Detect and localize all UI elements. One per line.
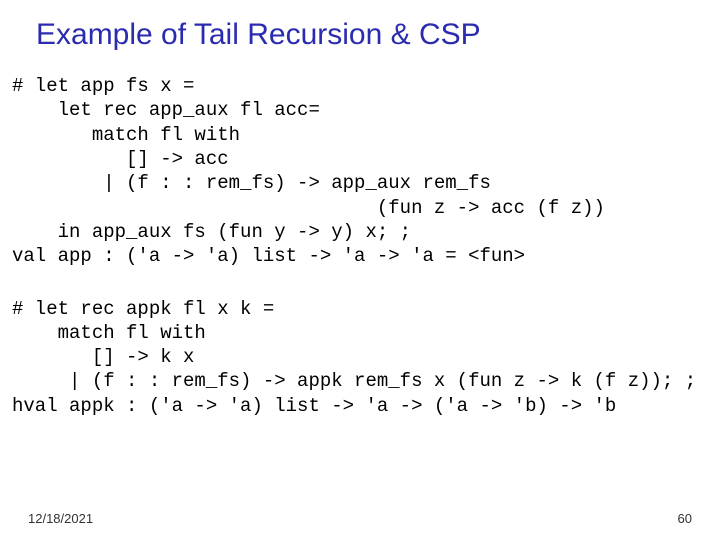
code-block-1: # let app fs x = let rec app_aux fl acc=… xyxy=(0,74,720,269)
code-block-2: # let rec appk fl x k = match fl with []… xyxy=(0,297,720,419)
footer-page: 60 xyxy=(678,511,692,526)
slide-title: Example of Tail Recursion & CSP xyxy=(0,0,720,60)
footer-date: 12/18/2021 xyxy=(28,511,93,526)
footer: 12/18/2021 60 xyxy=(28,511,692,526)
slide: Example of Tail Recursion & CSP # let ap… xyxy=(0,0,720,540)
